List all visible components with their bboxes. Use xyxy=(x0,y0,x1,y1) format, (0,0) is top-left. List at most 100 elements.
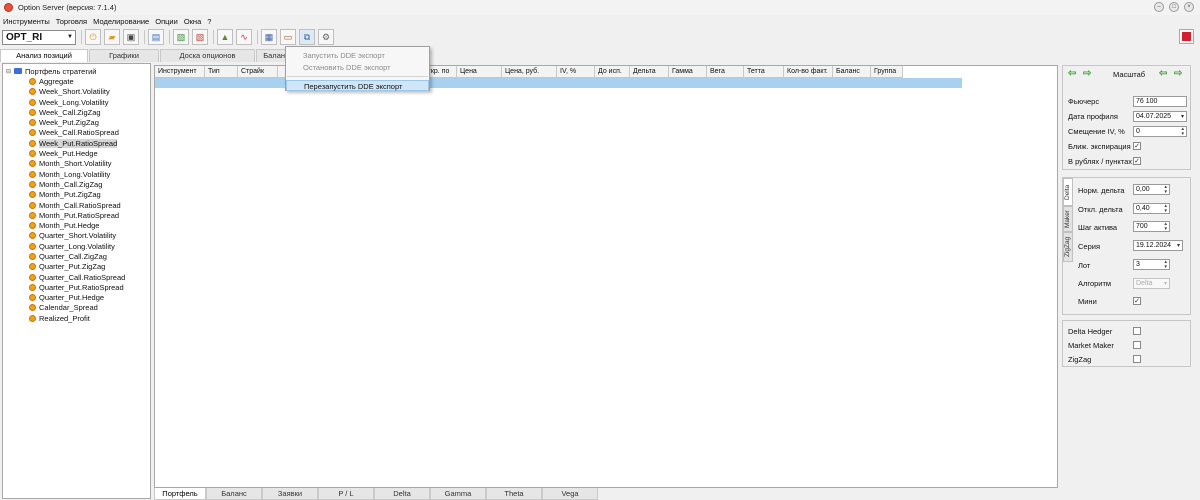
menu-options[interactable]: Опции xyxy=(155,17,178,26)
dev-delta-stepper[interactable]: 0,40 ▲ ▼ xyxy=(1133,203,1170,214)
vtab-zigzag[interactable]: ZigZag xyxy=(1063,232,1073,262)
spin-arrows-icon[interactable]: ▲ ▼ xyxy=(1164,184,1168,194)
tree-item[interactable]: Realized_Profit xyxy=(3,313,150,323)
spin-arrows-icon[interactable]: ▲ ▼ xyxy=(1181,126,1185,136)
print-button[interactable]: ▭ xyxy=(280,29,296,45)
column-header[interactable]: Цена xyxy=(457,66,502,78)
menu-restart-dde-export[interactable]: Перезапустить DDE экспорт xyxy=(286,80,429,91)
tree-item[interactable]: Week_Put.ZigZag xyxy=(3,117,150,127)
tree-item[interactable]: Week_Put.Hedge xyxy=(3,148,150,158)
tree-item[interactable]: Week_Long.Volatility xyxy=(3,97,150,107)
menu-trading[interactable]: Торговля xyxy=(56,17,87,26)
column-header[interactable]: Тетта xyxy=(744,66,784,78)
selected-row[interactable] xyxy=(155,78,962,88)
maximize-button[interactable]: □ xyxy=(1169,2,1179,12)
tab-charts[interactable]: Графики xyxy=(89,49,159,62)
menu-windows[interactable]: Окна xyxy=(184,17,201,26)
arrow-left-icon[interactable]: ⇦ xyxy=(1068,68,1076,79)
column-header[interactable]: Тип xyxy=(205,66,238,78)
table-button[interactable]: ▤ xyxy=(148,29,164,45)
iv-shift-stepper[interactable]: 0 ▲ ▼ xyxy=(1133,126,1187,137)
tree-item[interactable]: Week_Put.RatioSpread xyxy=(3,138,150,148)
tab-pl[interactable]: P / L xyxy=(318,488,374,500)
asset-step-stepper[interactable]: 700 ▲ ▼ xyxy=(1133,221,1170,232)
market-maker-checkbox[interactable] xyxy=(1133,341,1141,349)
tab-portfolio[interactable]: Портфель xyxy=(154,488,206,500)
power-button[interactable]: ⏻ xyxy=(85,29,101,45)
tab-option-board[interactable]: Доска опционов xyxy=(160,49,255,62)
column-header[interactable]: Страйк xyxy=(238,66,278,78)
exit-button[interactable] xyxy=(1179,29,1194,44)
tree-item[interactable]: Month_Call.RatioSpread xyxy=(3,200,150,210)
dde-export-button[interactable]: ⧉ xyxy=(299,29,315,45)
zoom-right-icon[interactable]: ⇨ xyxy=(1174,68,1182,79)
chart-button[interactable]: ∿ xyxy=(236,29,252,45)
mini-checkbox[interactable]: ✓ xyxy=(1133,297,1141,305)
menu-instruments[interactable]: Инструменты xyxy=(3,17,50,26)
settings-button[interactable]: ⚙ xyxy=(318,29,334,45)
tree-item[interactable]: Week_Call.ZigZag xyxy=(3,107,150,117)
column-header[interactable]: Дельта xyxy=(630,66,669,78)
tree-item[interactable]: Week_Short.Volatility xyxy=(3,87,150,97)
tree-item[interactable]: Month_Put.Hedge xyxy=(3,220,150,230)
tree-item[interactable]: Quarter_Put.ZigZag xyxy=(3,262,150,272)
spin-arrows-icon[interactable]: ▲ ▼ xyxy=(1164,259,1168,269)
near-expiry-checkbox[interactable]: ✓ xyxy=(1133,142,1141,150)
column-header[interactable]: Кол-во факт. xyxy=(784,66,833,78)
close-button[interactable]: × xyxy=(1184,2,1194,12)
tree-item[interactable]: Quarter_Put.Hedge xyxy=(3,293,150,303)
zoom-left-icon[interactable]: ⇦ xyxy=(1159,68,1167,79)
tree-item[interactable]: Quarter_Put.RatioSpread xyxy=(3,282,150,292)
tree-item[interactable]: Month_Put.ZigZag xyxy=(3,190,150,200)
rub-points-checkbox[interactable]: ✓ xyxy=(1133,157,1141,165)
column-header[interactable]: Группа xyxy=(871,66,903,78)
delta-hedger-checkbox[interactable] xyxy=(1133,327,1141,335)
tree-item[interactable]: Month_Short.Volatility xyxy=(3,159,150,169)
algorithm-select[interactable]: Delta ▾ xyxy=(1133,278,1170,289)
zigzag-checkbox[interactable] xyxy=(1133,355,1141,363)
tab-vega[interactable]: Vega xyxy=(542,488,598,500)
tree-root[interactable]: ⊟ Портфель стратегий xyxy=(3,66,150,76)
open-button[interactable]: ▰ xyxy=(104,29,120,45)
tree-item[interactable]: Quarter_Call.ZigZag xyxy=(3,251,150,261)
tab-orders[interactable]: Заявки xyxy=(262,488,318,500)
profile-date-select[interactable]: 04.07.2025 ▾ xyxy=(1133,111,1187,122)
spin-arrows-icon[interactable]: ▲ ▼ xyxy=(1164,221,1168,231)
collapse-icon[interactable]: ⊟ xyxy=(6,68,14,75)
instrument-select[interactable]: OPT_RI ▼ xyxy=(2,29,76,45)
tree-item[interactable]: Aggregate xyxy=(3,76,150,86)
minimize-button[interactable]: – xyxy=(1154,2,1164,12)
tab-bottom-balance[interactable]: Баланс xyxy=(206,488,262,500)
vtab-delta[interactable]: Delta xyxy=(1063,178,1073,206)
tree-item[interactable]: Quarter_Call.RatioSpread xyxy=(3,272,150,282)
tab-position-analysis[interactable]: Анализ позиций xyxy=(0,49,88,62)
add-document-button[interactable]: ▧ xyxy=(173,29,189,45)
menu-modeling[interactable]: Моделирование xyxy=(93,17,149,26)
arrow-right-icon[interactable]: ⇨ xyxy=(1083,68,1091,79)
column-header[interactable]: До исп. xyxy=(595,66,630,78)
tree-item[interactable]: Calendar_Spread xyxy=(3,303,150,313)
column-header[interactable]: Инструмент xyxy=(155,66,205,78)
futures-input[interactable]: 76 100 xyxy=(1133,96,1187,107)
column-header[interactable]: IV, % xyxy=(557,66,595,78)
column-header[interactable]: Вега xyxy=(707,66,744,78)
spin-arrows-icon[interactable]: ▲ ▼ xyxy=(1164,203,1168,213)
menu-help[interactable]: ? xyxy=(207,17,211,26)
tree-item[interactable]: Month_Call.ZigZag xyxy=(3,179,150,189)
save-button[interactable]: ▣ xyxy=(123,29,139,45)
tree-item[interactable]: Quarter_Short.Volatility xyxy=(3,231,150,241)
vtab-maker[interactable]: Maker xyxy=(1063,206,1073,232)
tab-gamma[interactable]: Gamma xyxy=(430,488,486,500)
lot-stepper[interactable]: 3 ▲ ▼ xyxy=(1133,259,1170,270)
remove-document-button[interactable]: ▧ xyxy=(192,29,208,45)
tree-item[interactable]: Month_Put.RatioSpread xyxy=(3,210,150,220)
tree-item[interactable]: Week_Call.RatioSpread xyxy=(3,128,150,138)
column-header[interactable]: Баланс xyxy=(833,66,871,78)
norm-delta-stepper[interactable]: 0,00 ▲ ▼ xyxy=(1133,184,1170,195)
tree-item[interactable]: Month_Long.Volatility xyxy=(3,169,150,179)
tree-item[interactable]: Quarter_Long.Volatility xyxy=(3,241,150,251)
column-header[interactable]: Цена, руб. xyxy=(502,66,557,78)
column-header[interactable]: Гамма xyxy=(669,66,707,78)
tab-theta[interactable]: Theta xyxy=(486,488,542,500)
list-button[interactable]: ▦ xyxy=(261,29,277,45)
